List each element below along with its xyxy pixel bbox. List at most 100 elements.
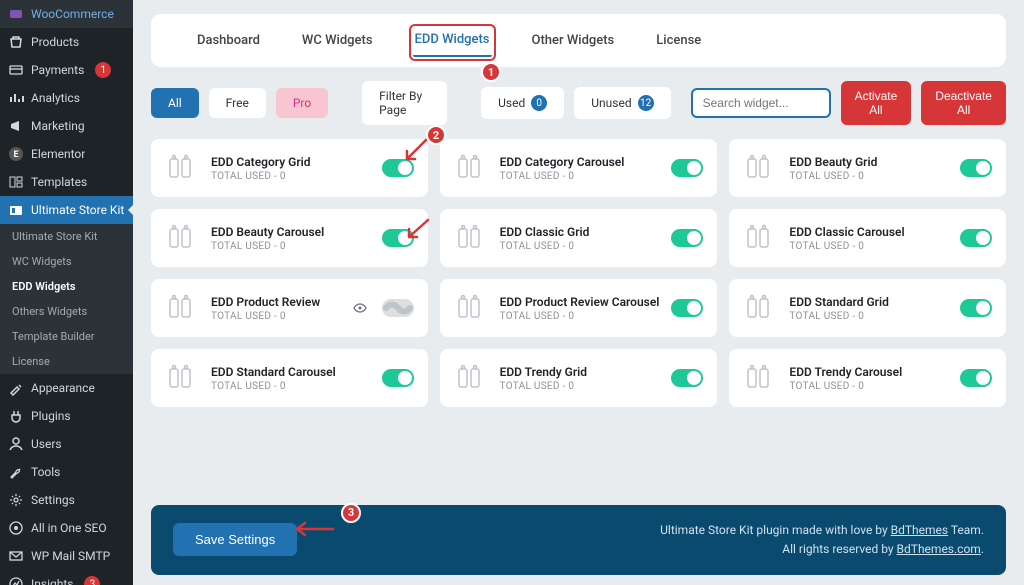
widget-title: EDD Classic Grid bbox=[500, 225, 660, 239]
templates-icon bbox=[8, 174, 24, 190]
widget-toggle[interactable] bbox=[960, 159, 992, 177]
widget-toggle[interactable] bbox=[382, 369, 414, 387]
sidebar-item-label: Analytics bbox=[31, 91, 80, 105]
widget-usage: TOTAL USED - 0 bbox=[211, 311, 340, 322]
filter-unused-count: 12 bbox=[638, 95, 654, 111]
sidebar-item-templates[interactable]: Templates bbox=[0, 168, 133, 196]
widget-title: EDD Category Grid bbox=[211, 155, 370, 169]
tab-edd-widgets[interactable]: EDD Widgets bbox=[413, 28, 492, 57]
widgets-grid: 2 EDD Category GridTOTAL USED - 0EDD Cat… bbox=[151, 139, 1006, 407]
filter-used-label: Used bbox=[498, 96, 525, 110]
widget-usage: TOTAL USED - 0 bbox=[211, 171, 370, 182]
sidebar-sub-template-builder[interactable]: Template Builder bbox=[0, 324, 133, 349]
widget-usage: TOTAL USED - 0 bbox=[789, 381, 948, 392]
sidebar-badge: 1 bbox=[95, 62, 111, 78]
widget-usage: TOTAL USED - 0 bbox=[211, 381, 370, 392]
sidebar-item-marketing[interactable]: Marketing bbox=[0, 112, 133, 140]
widget-toggle[interactable] bbox=[960, 299, 992, 317]
widget-card: EDD Trendy GridTOTAL USED - 0 bbox=[440, 349, 718, 407]
widget-card: EDD Classic CarouselTOTAL USED - 0 bbox=[729, 209, 1006, 267]
widget-toggle[interactable] bbox=[960, 369, 992, 387]
save-settings-button[interactable]: Save Settings bbox=[173, 523, 297, 556]
filter-all[interactable]: All bbox=[151, 88, 199, 118]
widget-title: EDD Product Review Carousel bbox=[500, 295, 660, 309]
annotation-arrow-2b bbox=[403, 217, 433, 243]
filter-pro[interactable]: Pro bbox=[276, 88, 328, 118]
widget-card: EDD Beauty CarouselTOTAL USED - 0 bbox=[151, 209, 428, 267]
footer-link-bdthemes[interactable]: BdThemes bbox=[891, 523, 948, 537]
activate-all-button[interactable]: Activate All bbox=[841, 81, 912, 125]
sidebar-item-analytics[interactable]: Analytics bbox=[0, 84, 133, 112]
filter-unused[interactable]: Unused 12 bbox=[574, 87, 670, 119]
sidebar-item-label: Insights bbox=[31, 577, 73, 585]
sidebar-item-elementor[interactable]: EElementor bbox=[0, 140, 133, 168]
widget-icon bbox=[454, 221, 488, 255]
sidebar-item-payments[interactable]: Payments1 bbox=[0, 56, 133, 84]
footer-link-bdthemes-com[interactable]: BdThemes.com bbox=[897, 542, 981, 556]
sidebar-item-label: All in One SEO bbox=[31, 521, 107, 535]
widget-icon bbox=[743, 291, 777, 325]
sidebar-sub-others-widgets[interactable]: Others Widgets bbox=[0, 299, 133, 324]
search-input[interactable] bbox=[691, 88, 831, 118]
filters-bar: All Free Pro Filter By Page Used 0 Unuse… bbox=[151, 81, 1006, 125]
widget-card: EDD Classic GridTOTAL USED - 0 bbox=[440, 209, 718, 267]
widget-icon bbox=[165, 291, 199, 325]
sidebar-sub-ultimate-store-kit[interactable]: Ultimate Store Kit bbox=[0, 224, 133, 249]
widget-toggle[interactable] bbox=[671, 159, 703, 177]
widget-icon bbox=[454, 291, 488, 325]
sidebar-sub-wc-widgets[interactable]: WC Widgets bbox=[0, 249, 133, 274]
sidebar-item-settings[interactable]: Settings bbox=[0, 486, 133, 514]
woo-icon bbox=[8, 6, 24, 22]
sidebar-item-all-in-one-seo[interactable]: All in One SEO bbox=[0, 514, 133, 542]
sidebar-item-label: Ultimate Store Kit bbox=[31, 203, 124, 217]
sidebar-item-users[interactable]: Users bbox=[0, 430, 133, 458]
widget-title: EDD Standard Carousel bbox=[211, 365, 370, 379]
sidebar-item-label: Appearance bbox=[31, 381, 95, 395]
sidebar-sub-edd-widgets[interactable]: EDD Widgets bbox=[0, 274, 133, 299]
sidebar-badge: 3 bbox=[84, 576, 100, 585]
sidebar-item-insights[interactable]: Insights 3 bbox=[0, 570, 133, 585]
sidebar-item-tools[interactable]: Tools bbox=[0, 458, 133, 486]
widget-card: EDD Category CarouselTOTAL USED - 0 bbox=[440, 139, 718, 197]
megaphone-icon bbox=[8, 118, 24, 134]
sidebar-item-label: Elementor bbox=[31, 147, 85, 161]
annotation-1: 1 bbox=[481, 62, 501, 82]
bag-icon bbox=[8, 34, 24, 50]
tab-dashboard[interactable]: Dashboard bbox=[195, 29, 262, 56]
widget-toggle[interactable] bbox=[671, 369, 703, 387]
filter-unused-label: Unused bbox=[591, 96, 631, 110]
widget-toggle[interactable] bbox=[671, 299, 703, 317]
gear-icon bbox=[8, 492, 24, 508]
deactivate-all-button[interactable]: Deactivate All bbox=[921, 81, 1006, 125]
sidebar-item-ultimate-store-kit[interactable]: Ultimate Store Kit bbox=[0, 196, 133, 224]
sidebar-sub-license[interactable]: License bbox=[0, 349, 133, 374]
card-icon bbox=[8, 62, 24, 78]
sidebar-item-label: Templates bbox=[31, 175, 87, 189]
sidebar-item-label: Products bbox=[31, 35, 79, 49]
sidebar-item-products[interactable]: Products bbox=[0, 28, 133, 56]
sidebar-item-appearance[interactable]: Appearance bbox=[0, 374, 133, 402]
tab-wc-widgets[interactable]: WC Widgets bbox=[300, 29, 375, 56]
sidebar-item-plugins[interactable]: Plugins bbox=[0, 402, 133, 430]
widget-icon bbox=[454, 361, 488, 395]
bars-icon bbox=[8, 90, 24, 106]
sidebar-item-wp-mail-smtp[interactable]: WP Mail SMTP bbox=[0, 542, 133, 570]
tabs-bar: Dashboard WC Widgets EDD Widgets Other W… bbox=[151, 14, 1006, 67]
widget-title: EDD Trendy Carousel bbox=[789, 365, 948, 379]
widget-toggle[interactable] bbox=[960, 229, 992, 247]
widget-toggle[interactable] bbox=[671, 229, 703, 247]
footer-bar: Save Settings 3 Ultimate Store Kit plugi… bbox=[151, 505, 1006, 575]
wrench-icon bbox=[8, 464, 24, 480]
sidebar-item-woocommerce[interactable]: WooCommerce bbox=[0, 0, 133, 28]
filter-by-page[interactable]: Filter By Page bbox=[362, 81, 447, 125]
widget-icon bbox=[165, 361, 199, 395]
widget-icon bbox=[165, 221, 199, 255]
filter-used[interactable]: Used 0 bbox=[481, 87, 564, 119]
tab-other-widgets[interactable]: Other Widgets bbox=[530, 29, 617, 56]
widget-card: EDD Standard Carousel TOTAL USED - 0 bbox=[151, 349, 428, 407]
widget-title: EDD Product Review bbox=[211, 295, 340, 309]
widget-usage: TOTAL USED - 0 bbox=[500, 381, 660, 392]
tab-license[interactable]: License bbox=[654, 29, 703, 56]
widget-toggle-pro bbox=[382, 299, 414, 317]
filter-free[interactable]: Free bbox=[209, 88, 266, 118]
